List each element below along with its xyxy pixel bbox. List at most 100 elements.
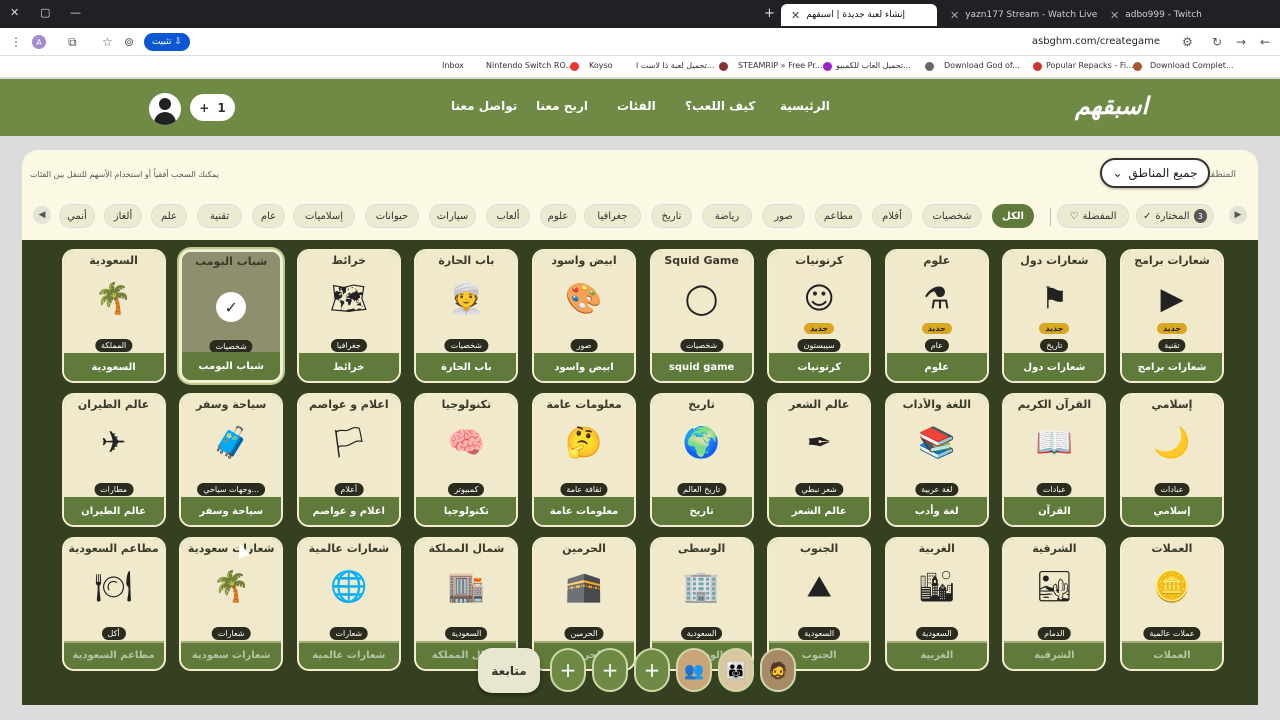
category-pill[interactable]: صور: [762, 204, 805, 228]
category-card[interactable]: ▶ شعارات برامج جديد تقنية شعارات برامج: [1120, 249, 1224, 383]
category-pill-all[interactable]: الكل: [992, 204, 1034, 228]
bookmark-item[interactable]: Inbox: [442, 61, 464, 70]
nav-contact[interactable]: تواصل معنا: [451, 99, 517, 113]
tab-active[interactable]: ✕ إنشاء لعبة جديدة | اسبقهم: [781, 4, 937, 26]
category-pill[interactable]: تقنية: [197, 204, 242, 228]
category-card[interactable]: ◯ Squid Game شخصيات squid game: [649, 249, 754, 383]
site-settings-icon[interactable]: ⚙: [1182, 35, 1193, 49]
empty-slot-button[interactable]: +: [550, 648, 586, 692]
category-card[interactable]: 🌴 السعودية المملكة السعودية: [61, 249, 166, 383]
scroll-right-arrow-icon[interactable]: ▶: [1229, 206, 1247, 224]
category-pill[interactable]: علوم: [540, 204, 576, 228]
favorites-filter-button[interactable]: ♡ المفضلة: [1057, 204, 1129, 228]
close-tab-icon[interactable]: ✕: [1110, 9, 1119, 22]
category-pill[interactable]: أنمي: [59, 204, 95, 228]
poet-icon: ✒: [806, 425, 832, 461]
category-card[interactable]: 🏳 اعلام و عواصم أعلام اعلام و عواصم: [296, 393, 401, 527]
category-pill[interactable]: مطاعم: [815, 204, 862, 228]
palette-icon: 🎨: [565, 281, 603, 317]
region-select[interactable]: ⌄ جميع المناطق: [1100, 158, 1210, 188]
bookmark-item[interactable]: Download God of...: [944, 61, 1020, 70]
bookmark-item[interactable]: Koyso: [589, 61, 613, 70]
category-card[interactable]: ⚗ علوم جديد عام علوم: [884, 249, 989, 383]
bookmark-item[interactable]: Popular Repacks - Fi...: [1046, 61, 1134, 70]
category-pill[interactable]: تاريخ: [651, 204, 692, 228]
empty-slot-button[interactable]: +: [592, 648, 628, 692]
maximize-window-icon[interactable]: ▢: [40, 6, 50, 19]
category-card[interactable]: 📚 اللغة والأداب لغة عربية لغة وأدب: [884, 393, 989, 527]
install-button[interactable]: تثبيت ⇩: [144, 33, 190, 51]
category-card[interactable]: ✒ عالم الشعر شعر نبطي عالم الشعر: [767, 393, 872, 527]
category-card[interactable]: 👳 باب الحارة شخصيات باب الحارة: [414, 249, 519, 383]
category-pill[interactable]: رياضة: [702, 204, 752, 228]
new-tab-button[interactable]: +: [764, 6, 775, 21]
url-field[interactable]: asbghm.com/creategame: [990, 36, 1160, 47]
category-card[interactable]: 🎨 ابيض واسود صور ابيض واسود: [532, 249, 636, 383]
category-card[interactable]: ✈ عالم الطيران مطارات عالم الطيران: [61, 393, 166, 527]
category-pill[interactable]: إسلاميات: [293, 204, 355, 228]
tab-adbo[interactable]: ✕ adbo999 - Twitch: [1100, 4, 1230, 26]
continue-button[interactable]: متابعة: [478, 648, 540, 693]
category-card[interactable]: شباب البومب شخصيات شباب البومب ✓: [179, 249, 284, 383]
category-card[interactable]: ☺ كرتونيات جديد سيبستون كرتونيات: [767, 249, 872, 383]
tab-yazn[interactable]: ✕ yazn177 Stream - Watch Live o: [940, 4, 1100, 26]
selected-filter-button[interactable]: ✓ المختارة 3: [1136, 204, 1214, 228]
nav-categories[interactable]: الفئات: [617, 99, 656, 113]
category-pill[interactable]: أفلام: [872, 204, 912, 228]
group-icon: 👨‍👩‍👧: [726, 660, 746, 680]
category-card[interactable]: 🧳 سياحة وسفر وجهات سياحي... سياحة وسفر: [179, 393, 284, 527]
category-card[interactable]: 🤔 معلومات عامة ثقافة عامة معلومات عامة: [532, 393, 636, 527]
chosen-game-thumbnail[interactable]: 👨‍👩‍👧: [718, 648, 754, 692]
profile-avatar[interactable]: A: [32, 35, 46, 49]
category-pill[interactable]: حيوانات: [365, 204, 419, 228]
category-pill[interactable]: ألغاز: [104, 204, 142, 228]
scroll-left-arrow-icon[interactable]: ◀: [33, 206, 51, 224]
category-pill[interactable]: علم: [151, 204, 187, 228]
close-tab-icon[interactable]: ✕: [791, 9, 800, 22]
bookmark-item[interactable]: تحميل العاب للكمبيو...: [836, 61, 911, 70]
category-card[interactable]: 🌍 تاريخ تاريخ العالم تاريخ: [649, 393, 754, 527]
category-card[interactable]: 🏙 الغربية السعودية الغربية: [884, 537, 989, 671]
chosen-game-thumbnail[interactable]: 🧔: [760, 648, 796, 692]
games-counter-button[interactable]: + 1: [190, 94, 235, 121]
empty-slot-button[interactable]: +: [634, 648, 670, 692]
nav-home[interactable]: الرئيسية: [780, 99, 830, 113]
menu-dots-icon[interactable]: ⋮: [10, 35, 22, 49]
category-pill[interactable]: شخصيات: [922, 204, 982, 228]
category-card[interactable]: 🌐 شعارات عالمية شعارات شعارات عالمية: [296, 537, 401, 671]
category-card[interactable]: 🌙 إسلامي عبادات إسلامي: [1120, 393, 1224, 527]
nav-how-to-play[interactable]: كيف اللعب؟: [685, 99, 755, 113]
card-name: عالم الطيران: [63, 497, 164, 525]
close-window-icon[interactable]: ✕: [10, 6, 19, 19]
bookmark-item[interactable]: تحميل لعبة ذا لاست ا...: [636, 61, 714, 70]
category-card[interactable]: ⚑ شعارات دول جديد تاريخ شعارات دول: [1002, 249, 1107, 383]
category-pill[interactable]: سيارات: [429, 204, 476, 228]
minimize-window-icon[interactable]: —: [70, 6, 81, 19]
category-pill[interactable]: ألعاب: [486, 204, 530, 228]
user-avatar-icon[interactable]: [149, 93, 181, 125]
man-icon: 🧔: [768, 660, 788, 680]
bookmark-star-icon[interactable]: ☆: [102, 35, 113, 49]
bookmark-item[interactable]: Download Complet...: [1150, 61, 1234, 70]
category-card[interactable]: 🗺 خرائط جغرافيا خرائط: [296, 249, 401, 383]
category-card[interactable]: 🌴 شعارات سعودية شعارات شعارات سعودية: [179, 537, 284, 671]
category-pill[interactable]: عام: [252, 204, 285, 228]
site-logo[interactable]: اسبقهم: [1075, 91, 1148, 120]
chosen-game-thumbnail[interactable]: 👥: [676, 648, 712, 692]
card-name: شعارات دول: [1004, 353, 1105, 381]
extensions-icon[interactable]: ⧉: [68, 35, 77, 50]
bookmark-item[interactable]: STEAMRIP » Free Pr...: [738, 61, 823, 70]
cast-icon[interactable]: ⊚: [124, 35, 134, 49]
category-card[interactable]: 🏜 الشرقية الدمام الشرقية: [1002, 537, 1107, 671]
category-card[interactable]: 📖 القرآن الكريم عبادات القرآن: [1002, 393, 1107, 527]
forward-icon[interactable]: →: [1236, 35, 1246, 49]
back-icon[interactable]: ←: [1260, 35, 1270, 49]
bookmark-item[interactable]: Nintendo Switch RO...: [486, 61, 573, 70]
close-tab-icon[interactable]: ✕: [950, 9, 959, 22]
reload-icon[interactable]: ↻: [1212, 35, 1222, 49]
category-card[interactable]: 🍽 مطاعم السعودية أكل مطاعم السعودية: [61, 537, 166, 671]
category-pill[interactable]: جغرافيا: [584, 204, 641, 228]
nav-earn[interactable]: اربح معنا: [536, 99, 588, 113]
category-card[interactable]: 🪙 العملات عملات عالمية العملات: [1120, 537, 1224, 671]
category-card[interactable]: 🧠 تكنولوجيا كمبيوتر تكنولوجيا: [414, 393, 519, 527]
